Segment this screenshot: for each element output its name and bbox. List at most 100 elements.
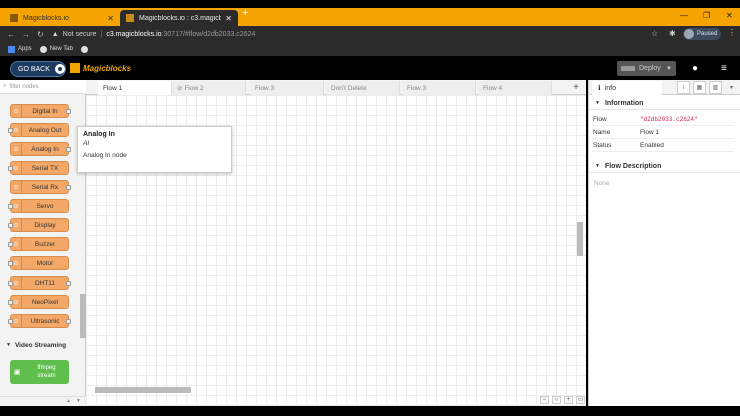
bookmark-globe[interactable] (80, 45, 91, 53)
navigator-icon[interactable]: ▭ (576, 396, 585, 404)
warning-icon: ▲ (51, 30, 59, 38)
video-icon: ▣ (13, 369, 21, 376)
close-window-icon[interactable]: ✕ (726, 11, 733, 20)
palette-node-serial-tx[interactable]: ⊙ Serial TX (8, 161, 69, 175)
filter-nodes-input[interactable]: ⌕ filter nodes (0, 80, 86, 94)
close-icon[interactable]: ✕ (107, 14, 114, 23)
tooltip-description: Analog In node (83, 152, 127, 159)
palette-node-display[interactable]: ⊙ Display (8, 218, 69, 232)
info-sidebar: ℹ info i ▦ ▥ ▾ ▼ Information Flow "d2db2… (588, 80, 740, 406)
reload-icon[interactable]: ↻ (37, 30, 44, 39)
minimize-icon[interactable]: — (680, 11, 688, 20)
palette-node-ffmpeg-stream[interactable]: ▣ ffmpeg stream (10, 360, 69, 384)
palette-node-serial-rx[interactable]: ⊙ Serial Rx (10, 180, 71, 194)
prop-row-flow: Flow "d2db2033.c2624" (592, 114, 734, 126)
new-tab-icon[interactable]: + (242, 7, 248, 19)
palette-node-dht11[interactable]: ⊙ DHT11 (8, 276, 71, 290)
palette-node-neopixel[interactable]: ⊙ NeoPixel (8, 295, 69, 309)
tab-flow-4[interactable]: Flow 4 (478, 81, 552, 95)
node-label: Analog Out (28, 126, 62, 134)
node-icon: ⊙ (11, 143, 22, 155)
palette-node-servo[interactable]: ⊙ Servo (8, 199, 69, 213)
zoom-in-icon[interactable]: + (564, 396, 573, 404)
go-back-label: GO BACK (18, 65, 50, 73)
input-port (8, 242, 13, 247)
sidebar-tab-bar: ℹ info i ▦ ▥ ▾ (589, 80, 740, 95)
information-section-header[interactable]: ▼ Information (589, 97, 740, 110)
url-path: :30717/#flow/d2db2033.c2624 (161, 30, 256, 38)
tab-flow-2[interactable]: ⊘ Flow 2 (172, 81, 246, 95)
chevron-down-icon: ▼ (595, 100, 600, 106)
bookmarks-bar: Apps New Tab (0, 42, 740, 56)
palette-node-analog-out[interactable]: ⊙ Analog Out (8, 123, 69, 137)
profile-button[interactable]: Paused (683, 28, 721, 40)
prop-key: Name (593, 129, 611, 136)
chevron-down-icon: ▼ (595, 163, 600, 169)
tab-flow-3[interactable]: Flow 3 (250, 81, 324, 95)
input-port (8, 261, 13, 266)
tab-label: Flow 4 (483, 84, 503, 92)
input-port (8, 300, 13, 305)
user-icon[interactable]: ● (692, 63, 698, 74)
filter-placeholder: filter nodes (9, 83, 39, 90)
palette-node-analog-in[interactable]: ⊙ Analog In (10, 142, 71, 156)
flow-description-text: None (594, 180, 610, 187)
node-label: Servo (36, 202, 54, 210)
browser-tab[interactable]: Magicblocks.io ✕ (4, 10, 120, 26)
go-back-button[interactable]: GO BACK (10, 61, 66, 77)
node-label: Analog In (31, 145, 59, 153)
config-icon[interactable]: ▦ (693, 81, 706, 94)
hamburger-menu-icon[interactable]: ≡ (721, 63, 727, 74)
back-arrow-icon[interactable]: ← (7, 30, 15, 39)
chart-icon[interactable]: ▥ (709, 81, 722, 94)
info-icon[interactable]: i (677, 81, 690, 94)
tab-flow-1[interactable]: Flow 1 (98, 81, 172, 96)
palette-node-ultrasonic[interactable]: ⊙ Ultrasonic (8, 314, 71, 328)
disabled-icon: ⊘ (177, 85, 183, 92)
collapse-all-icon[interactable]: ▲ (66, 398, 71, 404)
canvas-horizontal-scrollbar[interactable] (95, 387, 191, 393)
prop-value: Flow 1 (640, 129, 660, 136)
prop-row-name: Name Flow 1 (592, 127, 734, 139)
tab-flow-3-duplicate[interactable]: Flow 3 (402, 81, 476, 95)
url-field[interactable]: ▲ Not secure | c3.magicblocks.io :30717/… (52, 28, 642, 40)
extensions-icon[interactable]: ✱ (669, 29, 676, 38)
flow-description-section-header[interactable]: ▼ Flow Description (589, 160, 740, 173)
browser-tab-bar: Magicblocks.io ✕ Magicblocks.io : c3.mag… (0, 7, 740, 26)
section-title: Flow Description (604, 162, 662, 170)
node-label-line2: stream (37, 373, 56, 379)
add-tab-icon[interactable]: + (569, 81, 583, 94)
bookmark-label: Apps (18, 46, 32, 52)
bookmark-new-tab[interactable]: New Tab (39, 45, 73, 53)
palette-node-motor[interactable]: ⊙ Motor (8, 256, 69, 270)
node-label: Display (34, 221, 56, 229)
palette-category-video-streaming[interactable]: ▼ Video Streaming (0, 338, 80, 352)
bookmark-apps[interactable]: Apps (8, 45, 32, 53)
node-tooltip: Analog In AI Analog In node (77, 126, 232, 173)
tab-info[interactable]: ℹ info (592, 81, 662, 95)
canvas-vertical-scrollbar[interactable] (577, 222, 583, 256)
forward-arrow-icon[interactable]: → (22, 30, 30, 39)
bookmark-star-icon[interactable]: ☆ (651, 29, 658, 38)
palette-node-buzzer[interactable]: ⊙ Buzzer (8, 237, 69, 251)
expand-all-icon[interactable]: ▼ (76, 398, 81, 404)
zoom-out-icon[interactable]: − (540, 396, 549, 404)
browser-tab-active[interactable]: Magicblocks.io : c3.magicblocks.io ✕ (120, 10, 238, 26)
output-port (66, 281, 71, 286)
app-header: GO BACK Magicblocks Deploy ▼ ● ≡ (0, 58, 740, 80)
node-label: Ultrasonic (30, 317, 60, 325)
security-status: Not secure (62, 30, 97, 38)
maximize-icon[interactable]: ❐ (703, 11, 710, 20)
zoom-reset-icon[interactable]: ○ (552, 396, 561, 404)
chevron-down-icon[interactable]: ▾ (725, 81, 738, 94)
deploy-button[interactable]: Deploy ▼ (617, 61, 676, 76)
palette-node-digital-in[interactable]: ⊙ Digital In (10, 104, 71, 118)
chevron-down-icon[interactable]: ▼ (666, 66, 672, 72)
magicblocks-logo-icon (70, 63, 80, 73)
browser-menu-icon[interactable]: ⋮ (728, 28, 736, 37)
output-port (66, 319, 71, 324)
new-tab-favicon-icon (39, 45, 47, 53)
input-port (8, 281, 13, 286)
close-icon[interactable]: ✕ (225, 14, 232, 23)
tab-dont-delete[interactable]: Don't Delete (326, 81, 400, 95)
